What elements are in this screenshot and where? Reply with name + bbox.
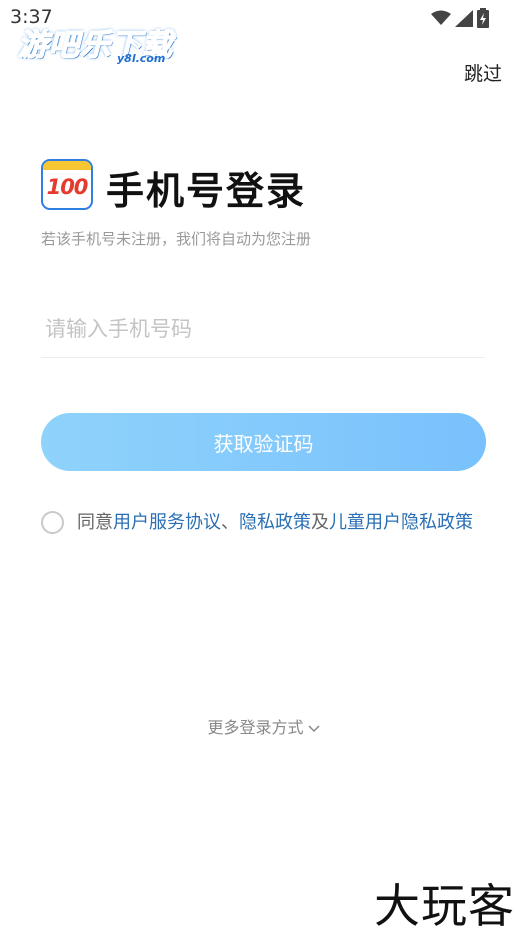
signal-icon [455,9,473,27]
get-code-label: 获取验证码 [213,431,314,456]
more-login-button[interactable]: 更多登录方式 [0,714,527,738]
agreement-prefix: 同意 [77,512,113,533]
page-title: 手机号登录 [106,169,307,213]
watermark-subtext: y8l.com [117,52,166,65]
agree-radio[interactable] [41,511,64,534]
child-privacy-link[interactable]: 儿童用户隐私政策 [329,512,473,533]
app-logo-bar [43,161,91,170]
page-subtitle: 若该手机号未注册，我们将自动为您注册 [41,230,312,248]
agreement-text: 同意用户服务协议、隐私政策及儿童用户隐私政策 [77,508,497,537]
status-icons [431,8,489,28]
wifi-icon [431,10,451,25]
battery-icon [477,8,489,28]
chevron-down-icon [307,724,320,732]
more-login-label: 更多登录方式 [207,718,304,737]
app-logo-text: 100 [46,175,89,199]
skip-button[interactable]: 跳过 [464,59,502,86]
phone-input[interactable] [41,300,485,358]
user-agreement-link[interactable]: 用户服务协议 [113,512,221,533]
watermark-bottom: 大玩客 [374,879,515,933]
privacy-policy-link[interactable]: 隐私政策 [239,512,311,533]
agreement-separator: 、 [221,512,239,533]
get-code-button[interactable]: 获取验证码 [41,413,486,471]
app-logo-icon: 100 [41,159,93,210]
watermark-logo: 游吧乐下载 y8l.com [17,20,173,65]
agreement-and: 及 [311,512,329,533]
